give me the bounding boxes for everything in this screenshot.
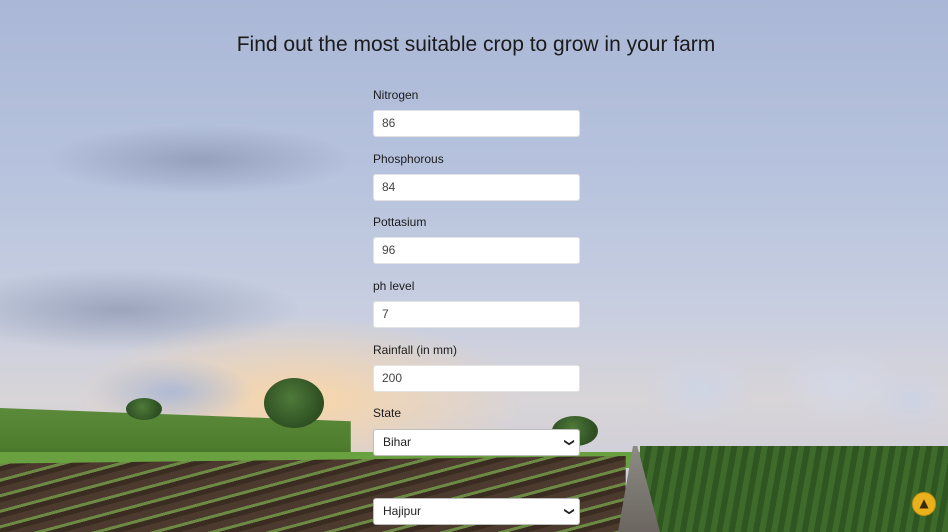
state-select[interactable]: Bihar ❯: [373, 429, 580, 456]
ph-level-label: ph level: [373, 279, 415, 293]
city-select-value: Hajipur: [383, 504, 422, 518]
background-tree: [126, 398, 162, 420]
ph-level-input[interactable]: 7: [373, 301, 580, 328]
phosphorous-input[interactable]: 84: [373, 174, 580, 201]
nitrogen-input[interactable]: 86: [373, 110, 580, 137]
city-select[interactable]: Hajipur ❯: [373, 498, 580, 525]
background-clouds: [600, 330, 948, 450]
chevron-down-icon: ❯: [563, 507, 575, 516]
pottasium-label: Pottasium: [373, 215, 427, 229]
background-tree: [264, 378, 324, 428]
chevron-up-icon: ▲: [919, 496, 929, 510]
rainfall-input[interactable]: 200: [373, 365, 580, 392]
scroll-to-top-button[interactable]: ▲: [912, 492, 936, 516]
state-label: State: [373, 406, 402, 420]
page-title: Find out the most suitable crop to grow …: [236, 33, 716, 56]
nitrogen-label: Nitrogen: [373, 88, 419, 102]
rainfall-label: Rainfall (in mm): [373, 343, 458, 357]
phosphorous-label: Phosphorous: [373, 152, 444, 166]
state-select-value: Bihar: [383, 435, 412, 449]
chevron-down-icon: ❯: [563, 438, 575, 447]
background-field-rows: [640, 446, 948, 532]
pottasium-input[interactable]: 96: [373, 237, 580, 264]
